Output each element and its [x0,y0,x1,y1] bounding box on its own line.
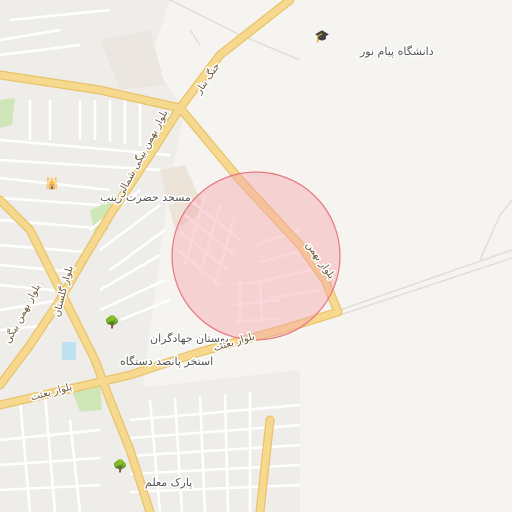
poi-pool-label: استخر پانصد دستگاه [120,355,213,368]
poi-pool[interactable]: استخر پانصد دستگاه [119,354,215,370]
water-pool [62,342,76,360]
tree-icon: 🌳 [113,458,128,473]
poi-park-moalem-label: پارک معلم [145,476,192,489]
map-canvas[interactable]: 🎓 دانشگاه پیام نور 🕌 مسجد حضرت زینب 🌳 بو… [0,0,512,512]
poi-mosque-label: مسجد حضرت زینب [100,191,191,204]
poi-university-label: دانشگاه پیام نور [359,45,434,58]
graduation-cap-icon: 🎓 [315,29,330,43]
map-view[interactable]: 🎓 دانشگاه پیام نور 🕌 مسجد حضرت زینب 🌳 بو… [0,0,512,512]
tree-icon: 🌳 [105,314,120,329]
mosque-icon: 🕌 [45,176,59,190]
